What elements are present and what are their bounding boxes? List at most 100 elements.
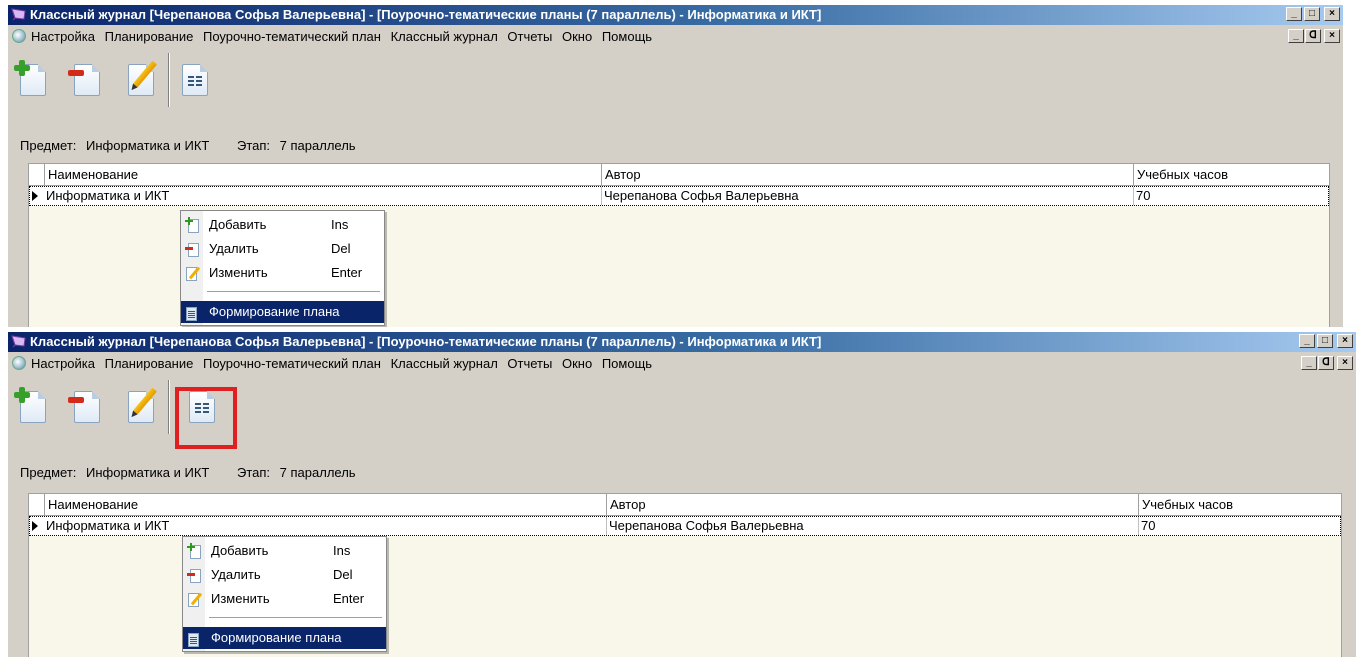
menu-window[interactable]: Окно [562, 29, 592, 44]
edit-icon [187, 591, 203, 607]
menu-lesson-plan[interactable]: Поурочно-тематический план [203, 29, 381, 44]
subject-label: Предмет: [20, 465, 77, 480]
add-button[interactable] [12, 381, 50, 431]
stage-value: 7 параллель [279, 465, 356, 480]
context-menu-edit[interactable]: Изменить Enter [181, 261, 384, 285]
stage-label: Этап: [236, 465, 271, 480]
close-button[interactable]: × [1324, 7, 1340, 21]
grid-header: Наименование Автор Учебных часов [29, 494, 1341, 516]
cell-hours[interactable]: 70 [1134, 187, 1330, 205]
add-icon [14, 387, 30, 403]
highlight-box [175, 387, 237, 449]
delete-icon [68, 397, 84, 403]
cell-author[interactable]: Черепанова Софья Валерьевна [607, 517, 1139, 535]
menu-window[interactable]: Окно [562, 356, 592, 371]
stage-label: Этап: [236, 138, 271, 153]
delete-button[interactable] [66, 54, 104, 104]
menu-lesson-plan[interactable]: Поурочно-тематический план [203, 356, 381, 371]
context-menu: Добавить Ins Удалить Del Изменить Enter … [182, 536, 387, 652]
context-menu-separator [209, 617, 382, 618]
app-icon [11, 8, 26, 21]
app-window-top: Классный журнал [Черепанова Софья Валерь… [8, 5, 1343, 327]
column-header-name[interactable]: Наименование [45, 164, 602, 185]
mdi-minimize-button[interactable]: _ [1288, 29, 1304, 43]
mdi-restore-button[interactable]: ᗡ [1305, 29, 1321, 43]
column-header-author[interactable]: Автор [602, 164, 1134, 185]
subject-value: Информатика и ИКТ [86, 465, 210, 480]
filter-bar: Предмет: Информатика и ИКТ Этап: 7 парал… [20, 465, 356, 480]
menu-planning[interactable]: Планирование [105, 29, 194, 44]
context-menu-add[interactable]: Добавить Ins [181, 213, 384, 237]
delete-button[interactable] [66, 381, 104, 431]
maximize-button[interactable]: □ [1304, 7, 1320, 21]
add-icon [14, 60, 30, 76]
table-row[interactable]: Информатика и ИКТ Черепанова Софья Валер… [29, 516, 1341, 536]
menu-help[interactable]: Помощь [602, 356, 652, 371]
edit-button[interactable] [120, 54, 158, 104]
header-indicator [29, 494, 45, 515]
menu-bar: Настройка Планирование Поурочно-тематиче… [8, 353, 1356, 375]
menu-settings[interactable]: Настройка [31, 29, 95, 44]
column-header-hours[interactable]: Учебных часов [1139, 494, 1343, 515]
window-title: Классный журнал [Черепанова Софья Валерь… [30, 334, 822, 349]
row-indicator-icon [32, 521, 38, 531]
app-window-bottom: Классный журнал [Черепанова Софья Валерь… [8, 332, 1356, 657]
mdi-restore-button[interactable]: ᗡ [1318, 356, 1334, 370]
maximize-button[interactable]: □ [1317, 334, 1333, 348]
plan-icon [188, 76, 202, 88]
toolbar-separator [168, 53, 170, 107]
mdi-close-button[interactable]: × [1337, 356, 1353, 370]
context-menu-edit[interactable]: Изменить Enter [183, 587, 386, 611]
subject-label: Предмет: [20, 138, 77, 153]
plan-icon [185, 305, 199, 321]
column-header-hours[interactable]: Учебных часов [1134, 164, 1331, 185]
mdi-minimize-button[interactable]: _ [1301, 356, 1317, 370]
subject-value: Информатика и ИКТ [86, 138, 210, 153]
add-icon [185, 217, 199, 233]
menu-help[interactable]: Помощь [602, 29, 652, 44]
document-icon [74, 391, 100, 423]
cell-name[interactable]: Информатика и ИКТ [44, 187, 602, 205]
toolbar [8, 49, 1343, 111]
window-title: Классный журнал [Черепанова Софья Валерь… [30, 7, 822, 22]
close-button[interactable]: × [1337, 334, 1353, 348]
form-plan-button[interactable] [176, 54, 214, 104]
context-menu-form-plan[interactable]: Формирование плана [183, 627, 386, 649]
add-icon [187, 543, 201, 559]
menu-reports[interactable]: Отчеты [507, 356, 552, 371]
edit-button[interactable] [120, 381, 158, 431]
menu-class-journal[interactable]: Классный журнал [391, 29, 498, 44]
minimize-button[interactable]: _ [1299, 334, 1315, 348]
context-menu-form-plan[interactable]: Формирование плана [181, 301, 384, 323]
title-bar[interactable]: Классный журнал [Черепанова Софья Валерь… [8, 5, 1343, 25]
context-menu-add[interactable]: Добавить Ins [183, 539, 386, 563]
menu-reports[interactable]: Отчеты [507, 29, 552, 44]
context-menu: Добавить Ins Удалить Del Изменить Enter … [180, 210, 385, 326]
add-button[interactable] [12, 54, 50, 104]
menu-planning[interactable]: Планирование [105, 356, 194, 371]
table-row[interactable]: Информатика и ИКТ Черепанова Софья Валер… [29, 186, 1329, 206]
context-menu-delete[interactable]: Удалить Del [181, 237, 384, 261]
app-icon [11, 335, 26, 348]
mdi-close-button[interactable]: × [1324, 29, 1340, 43]
menu-class-journal[interactable]: Классный журнал [391, 356, 498, 371]
plan-icon [187, 631, 201, 647]
toolbar-separator [168, 380, 170, 434]
title-bar[interactable]: Классный журнал [Черепанова Софья Валерь… [8, 332, 1356, 352]
header-indicator [29, 164, 45, 185]
mdi-child-icon[interactable] [12, 29, 26, 43]
delete-icon [68, 70, 84, 76]
column-header-author[interactable]: Автор [607, 494, 1139, 515]
menu-settings[interactable]: Настройка [31, 356, 95, 371]
column-header-name[interactable]: Наименование [45, 494, 607, 515]
menu-bar: Настройка Планирование Поурочно-тематиче… [8, 26, 1343, 48]
cell-name[interactable]: Информатика и ИКТ [44, 517, 607, 535]
minimize-button[interactable]: _ [1286, 7, 1302, 21]
cell-hours[interactable]: 70 [1139, 517, 1342, 535]
grid-header: Наименование Автор Учебных часов [29, 164, 1329, 186]
stage-value: 7 параллель [279, 138, 356, 153]
cell-author[interactable]: Черепанова Софья Валерьевна [602, 187, 1134, 205]
mdi-child-icon[interactable] [12, 356, 26, 370]
context-menu-separator [207, 291, 380, 292]
context-menu-delete[interactable]: Удалить Del [183, 563, 386, 587]
